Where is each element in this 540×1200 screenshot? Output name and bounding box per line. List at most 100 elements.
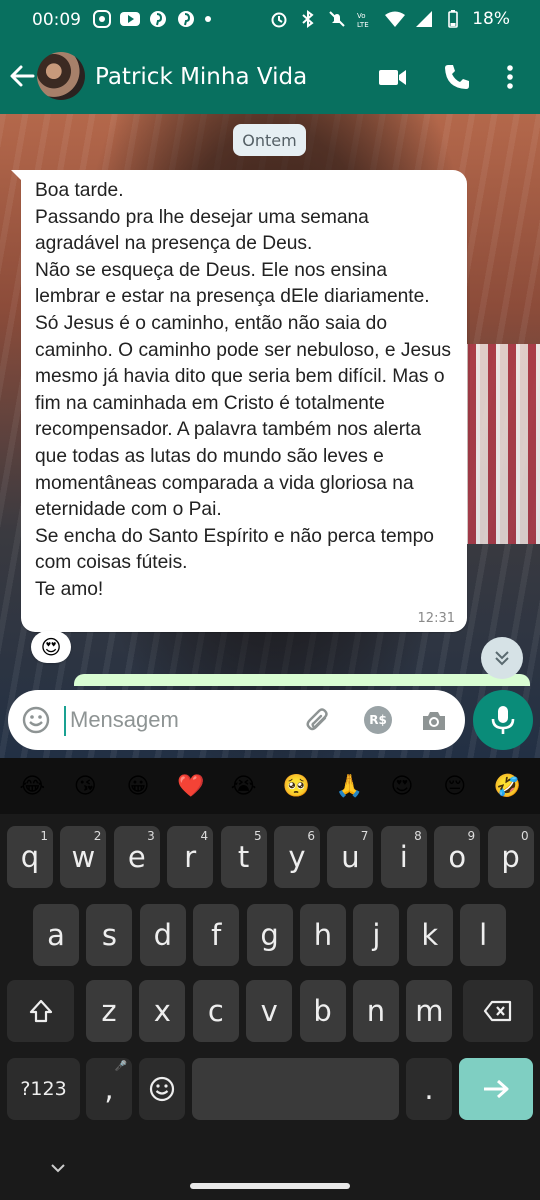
letter-key[interactable]: d (139, 904, 186, 966)
key-label: l (479, 918, 488, 952)
microphone-hint-icon: 🎤 (114, 1061, 127, 1072)
battery-percentage: 18% (472, 9, 510, 29)
emoji-suggestion[interactable]: 😭 (224, 774, 264, 799)
letter-key[interactable]: m (406, 980, 453, 1042)
notification-icons (92, 9, 212, 29)
scroll-to-bottom-button[interactable] (481, 637, 523, 679)
key-label: c (207, 994, 224, 1028)
letter-key[interactable]: r4 (167, 826, 214, 888)
letter-key[interactable]: q1 (7, 826, 53, 888)
key-label: o (448, 840, 467, 874)
camera-icon[interactable] (420, 707, 448, 735)
letter-key[interactable]: z (86, 980, 132, 1042)
wifi-icon (385, 9, 406, 29)
home-gesture-handle[interactable] (190, 1183, 350, 1189)
space-key[interactable] (192, 1058, 399, 1120)
backspace-key[interactable] (463, 980, 533, 1042)
pinterest-icon (148, 9, 168, 29)
comma-key-label: , (104, 1072, 114, 1106)
period-key[interactable]: . (406, 1058, 452, 1120)
voice-message-button[interactable] (473, 690, 533, 750)
key-number-hint: 0 (520, 829, 529, 843)
key-number-hint: 9 (467, 829, 476, 843)
message-reaction[interactable]: 😍 (31, 631, 71, 663)
back-arrow-icon[interactable] (8, 62, 36, 90)
key-number-hint: 3 (147, 829, 155, 843)
letter-key[interactable]: o9 (434, 826, 481, 888)
emoji-suggestion[interactable]: 🥺 (276, 774, 316, 799)
emoji-suggestion-bar: 😂 😘 😀 ❤️ 😭 🥺 🙏 😍 😔 🤣 (0, 758, 540, 814)
emoji-suggestion[interactable]: 🙏 (329, 774, 369, 799)
key-label: j (372, 918, 381, 952)
shift-icon (29, 999, 52, 1023)
key-label: m (415, 994, 444, 1028)
pinterest-icon-2 (176, 9, 196, 29)
hide-keyboard-chevron-icon[interactable] (48, 1158, 68, 1178)
letter-key[interactable]: j (353, 904, 400, 966)
letter-key[interactable]: t5 (220, 826, 267, 888)
emoji-suggestion[interactable]: 🤣 (488, 774, 528, 799)
keyboard: 😂 😘 😀 ❤️ 😭 🥺 🙏 😍 😔 🤣 q1w2e3r4t5y6u7i8o9p0asdfghjk… (0, 758, 540, 1138)
key-label: s (101, 918, 117, 952)
key-label: p (501, 840, 520, 874)
signal-icon (414, 9, 434, 29)
bluetooth-icon (298, 9, 318, 29)
letter-key[interactable]: g (246, 904, 293, 966)
emoji-suggestion[interactable]: 😂 (12, 774, 52, 799)
contact-avatar[interactable] (37, 52, 85, 100)
incoming-message-bubble[interactable]: Boa tarde. Passando pra lhe desejar uma … (11, 170, 467, 632)
emoji-suggestion[interactable]: 😔 (435, 774, 475, 799)
key-label: d (153, 918, 172, 952)
key-label: e (127, 840, 146, 874)
letter-key[interactable]: k (406, 904, 453, 966)
system-navigation-bar (0, 1138, 540, 1200)
paperclip-icon[interactable] (304, 706, 332, 734)
letter-key[interactable]: i8 (380, 826, 427, 888)
battery-icon (443, 9, 463, 29)
letter-key[interactable]: h (300, 904, 346, 966)
letter-key[interactable]: s (86, 904, 133, 966)
more-options-icon[interactable] (498, 62, 522, 92)
letter-key[interactable]: x (139, 980, 186, 1042)
key-number-hint: 2 (93, 829, 102, 843)
svg-text:Vo: Vo (357, 12, 366, 20)
key-number-hint: 1 (40, 829, 48, 843)
letter-key[interactable]: e3 (113, 826, 160, 888)
text-cursor (64, 706, 66, 736)
message-input[interactable] (70, 703, 300, 737)
chat-area[interactable]: Ontem Boa tarde. Passando pra lhe deseja… (0, 114, 540, 758)
emoji-suggestion[interactable]: ❤️ (171, 774, 211, 799)
emoji-keyboard-key[interactable] (139, 1058, 185, 1120)
letter-key[interactable]: w2 (60, 826, 107, 888)
date-separator-label: Ontem (242, 130, 297, 150)
letter-key[interactable]: f (193, 904, 240, 966)
key-label: w (71, 840, 96, 874)
letter-key[interactable]: y6 (274, 826, 320, 888)
contact-name[interactable]: Patrick Minha Vida (95, 64, 307, 90)
send-key[interactable] (459, 1058, 533, 1120)
letter-key[interactable]: a (33, 904, 79, 966)
shift-key[interactable] (7, 980, 74, 1042)
letter-key[interactable]: p0 (487, 826, 534, 888)
key-label: k (421, 918, 439, 952)
emoji-suggestion[interactable]: 😍 (382, 774, 422, 799)
payment-icon[interactable]: R$ (364, 706, 392, 734)
emoji-suggestion[interactable]: 😘 (65, 774, 105, 799)
letter-key[interactable]: u7 (327, 826, 374, 888)
alarm-icon (269, 9, 289, 29)
comma-key[interactable]: , 🎤 (86, 1058, 132, 1120)
video-call-icon[interactable] (378, 62, 408, 92)
outgoing-message-bubble[interactable] (74, 674, 530, 686)
letter-key[interactable]: n (353, 980, 399, 1042)
letter-key[interactable]: c (192, 980, 239, 1042)
letter-key[interactable]: l (460, 904, 507, 966)
svg-text:LTE: LTE (357, 21, 369, 28)
letter-key[interactable]: v (246, 980, 293, 1042)
emoji-suggestion[interactable]: 😀 (118, 774, 158, 799)
letter-key[interactable]: b (299, 980, 346, 1042)
voice-call-icon[interactable] (442, 62, 472, 92)
key-label: f (211, 918, 222, 952)
emoji-icon[interactable] (22, 706, 50, 734)
symbols-key[interactable]: ?123 (7, 1058, 80, 1120)
key-number-hint: 4 (200, 829, 209, 843)
